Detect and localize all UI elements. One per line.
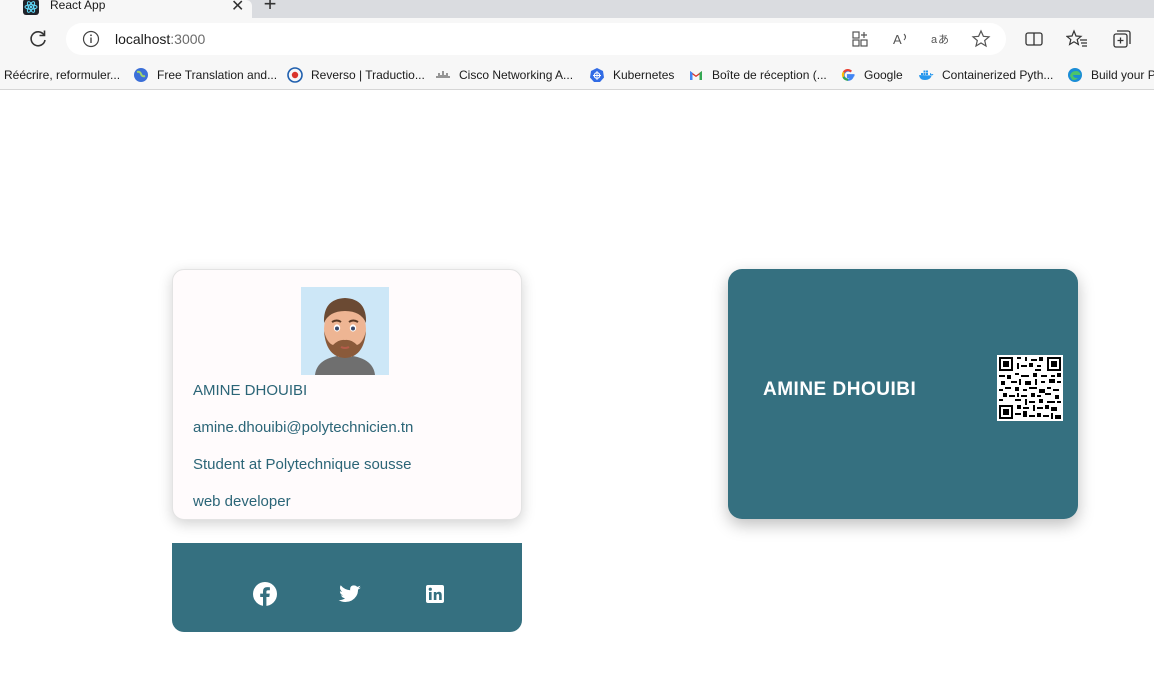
profile-card: AMINE DHOUIBI amine.dhouibi@polytechnici… <box>172 269 522 520</box>
translate-icon[interactable]: a あ <box>930 29 950 49</box>
bookmark-label: Kubernetes <box>613 68 675 82</box>
google-icon <box>841 68 855 81</box>
qr-code[interactable] <box>997 355 1063 421</box>
bookmark-label: Containerized Pyth... <box>942 68 1054 82</box>
svg-text:a: a <box>931 34 938 46</box>
collections-icon[interactable] <box>1111 28 1133 50</box>
bookmark-item[interactable]: Cisco Networking A... <box>435 64 573 86</box>
social-bar <box>172 543 522 632</box>
bookmark-label: Build your P <box>1091 68 1154 82</box>
tab-title: React App <box>50 0 106 12</box>
gmail-icon <box>690 71 702 80</box>
bookmark-item[interactable]: Build your P <box>1067 64 1154 86</box>
reload-icon[interactable] <box>26 27 50 51</box>
close-icon[interactable]: ✕ <box>231 0 245 15</box>
tab-react-app[interactable]: React App ✕ <box>0 0 252 18</box>
facebook-icon[interactable] <box>252 581 278 607</box>
url-port: :3000 <box>170 31 206 47</box>
bookmark-item[interactable]: Free Translation and... <box>133 64 277 86</box>
svg-text:あ: あ <box>938 33 949 46</box>
new-tab-button[interactable]: + <box>260 0 280 15</box>
profile-name: AMINE DHOUIBI <box>193 382 308 399</box>
bookmark-item[interactable]: Reverso | Traductio... <box>287 64 425 86</box>
business-card: AMINE DHOUIBI <box>728 269 1078 519</box>
profile-email: amine.dhouibi@polytechnicien.tn <box>193 419 414 436</box>
bookmark-item[interactable]: Boîte de réception (... <box>688 64 827 86</box>
avatar <box>301 287 389 375</box>
react-icon <box>23 0 39 15</box>
bookmark-label: Reverso | Traductio... <box>311 68 425 82</box>
twitter-icon[interactable] <box>337 581 363 607</box>
address-bar[interactable]: localhost:3000 A a あ <box>66 23 1006 55</box>
bookmark-item[interactable]: Containerized Pyth... <box>918 64 1053 86</box>
linkedin-icon[interactable] <box>422 581 448 607</box>
info-icon[interactable] <box>82 30 100 48</box>
tab-strip: React App ✕ + <box>0 0 1154 18</box>
bookmark-label: Google <box>864 68 903 82</box>
svg-text:A: A <box>893 32 902 47</box>
url-host: localhost <box>115 31 171 47</box>
bookmark-label: Free Translation and... <box>157 68 278 82</box>
url-text[interactable]: localhost:3000 <box>115 31 205 47</box>
profile-role: web developer <box>193 493 291 510</box>
apps-icon[interactable] <box>850 29 870 49</box>
kubernetes-icon <box>590 68 604 82</box>
bookmark-label: Cisco Networking A... <box>459 68 574 82</box>
business-card-name: AMINE DHOUIBI <box>763 379 917 400</box>
bookmark-label: Boîte de réception (... <box>712 68 827 82</box>
bookmark-item[interactable]: Kubernetes <box>589 64 674 86</box>
bookmarks-bar: Réécrire, reformuler... Free Translation… <box>0 60 1154 90</box>
favorites-icon[interactable] <box>1066 28 1088 50</box>
bookmark-label: Réécrire, reformuler... <box>4 68 121 82</box>
bookmark-item[interactable]: Google <box>840 64 903 86</box>
profile-school: Student at Polytechnique sousse <box>193 456 412 473</box>
globe-icon <box>134 68 148 82</box>
read-aloud-icon[interactable]: A <box>891 29 911 49</box>
reverso-icon <box>287 67 303 83</box>
cisco-icon <box>436 71 450 78</box>
docker-icon <box>919 70 934 80</box>
browser-toolbar: localhost:3000 A a あ <box>0 18 1154 60</box>
split-screen-icon[interactable] <box>1023 28 1045 50</box>
edge-icon <box>1068 68 1082 82</box>
star-icon[interactable] <box>971 29 991 49</box>
bookmark-item[interactable]: Réécrire, reformuler... <box>4 64 120 86</box>
page-content: AMINE DHOUIBI amine.dhouibi@polytechnici… <box>0 91 1154 679</box>
